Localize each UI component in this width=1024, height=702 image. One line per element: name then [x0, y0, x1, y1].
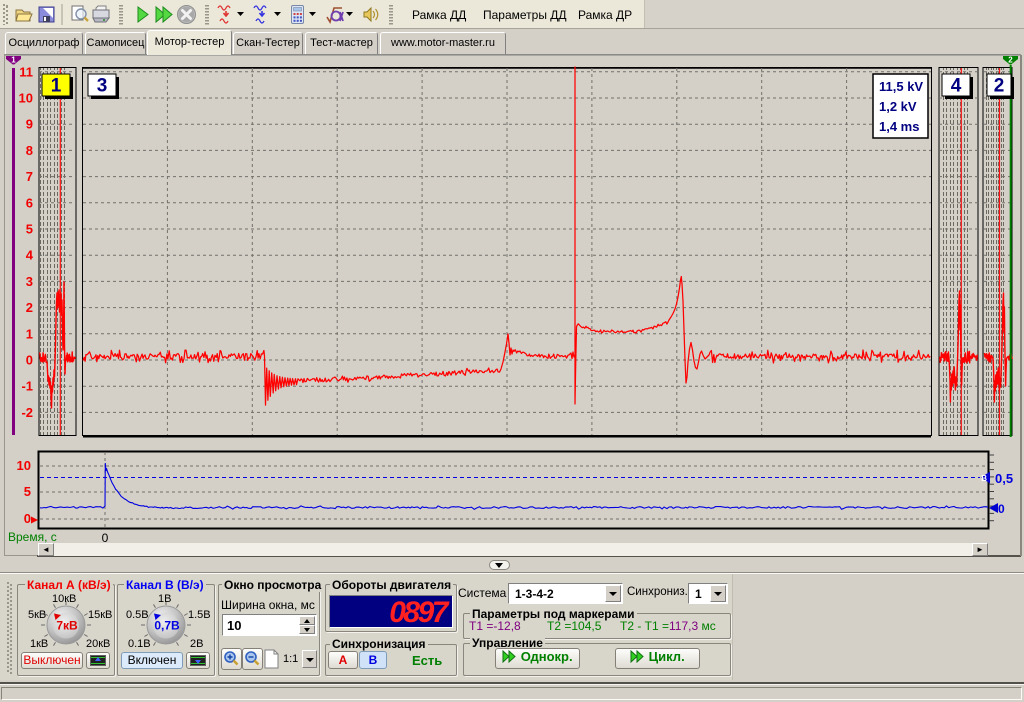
svg-text:3: 3 — [97, 76, 108, 97]
svg-text:1: 1 — [51, 76, 62, 97]
svg-text:5: 5 — [24, 484, 31, 499]
svg-text:-2: -2 — [21, 405, 33, 420]
svg-text:1,2 kV: 1,2 kV — [879, 99, 917, 114]
svg-text:9: 9 — [26, 117, 33, 132]
svg-text:10: 10 — [17, 458, 31, 473]
svg-text:7кВ: 7кВ — [56, 619, 78, 633]
svg-text:0: 0 — [26, 353, 33, 368]
svg-text:6: 6 — [26, 195, 33, 210]
svg-text:8: 8 — [26, 143, 33, 158]
svg-text:7: 7 — [26, 169, 33, 184]
svg-text:11,5 kV: 11,5 kV — [879, 79, 923, 94]
svg-text:3: 3 — [26, 274, 33, 289]
svg-text:4: 4 — [951, 76, 962, 97]
svg-text:10: 10 — [19, 91, 33, 106]
svg-text:5: 5 — [26, 222, 33, 237]
svg-text:0,7В: 0,7В — [154, 619, 180, 633]
svg-text:2: 2 — [994, 76, 1005, 97]
svg-text:0: 0 — [24, 511, 31, 526]
svg-text:Время, с: Время, с — [8, 530, 57, 544]
svg-text:0: 0 — [998, 502, 1005, 516]
svg-text:1: 1 — [11, 56, 16, 65]
svg-text:B: B — [981, 474, 987, 483]
svg-text:2: 2 — [26, 300, 33, 315]
svg-text:2: 2 — [1008, 56, 1013, 65]
svg-text:-1: -1 — [21, 379, 33, 394]
svg-text:1,4 ms: 1,4 ms — [879, 119, 919, 134]
svg-text:11: 11 — [19, 64, 33, 79]
svg-text:1: 1 — [26, 326, 33, 341]
svg-text:0,5: 0,5 — [995, 471, 1013, 486]
svg-text:4: 4 — [26, 248, 34, 263]
